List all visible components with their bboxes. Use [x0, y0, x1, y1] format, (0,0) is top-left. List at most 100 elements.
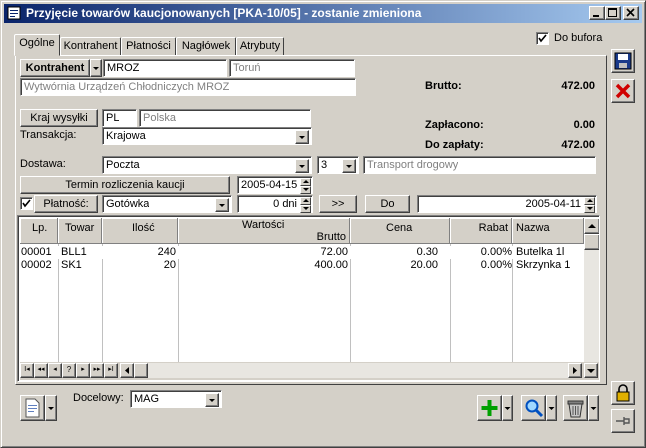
- tab-label: Nagłówek: [181, 40, 231, 52]
- kraj-name-input[interactable]: Polska: [139, 109, 311, 127]
- do-zaplaty-value: 472.00: [561, 139, 595, 151]
- document-window: Przyjęcie towarów kaucjonowanych [PKA-10…: [0, 0, 646, 448]
- tab-atrybuty[interactable]: Atrybuty: [236, 37, 284, 56]
- dostawa-select[interactable]: Poczta: [102, 156, 312, 174]
- add-dropdown-button[interactable]: [502, 395, 513, 421]
- dostawa-number-select[interactable]: 3: [317, 156, 359, 174]
- kontrahent-code-input[interactable]: MROZ: [103, 59, 227, 77]
- do-bufora-checkbox[interactable]: [536, 32, 549, 45]
- delete-dropdown-button[interactable]: [588, 395, 599, 421]
- nav-prev-page-button[interactable]: ◂◂: [34, 363, 48, 378]
- nav-next-page-button[interactable]: ▸▸: [90, 363, 104, 378]
- tab-naglowek[interactable]: Nagłówek: [176, 37, 236, 56]
- chevron-down-icon[interactable]: [342, 159, 356, 173]
- lock-button[interactable]: [611, 381, 635, 405]
- close-button[interactable]: [623, 6, 639, 20]
- print-dropdown-button[interactable]: [45, 395, 57, 421]
- tab-kontrahent[interactable]: Kontrahent: [60, 37, 121, 56]
- calc-date-button[interactable]: >>: [319, 195, 357, 213]
- col-header-rabat[interactable]: Rabat: [450, 218, 512, 244]
- chevron-down-icon[interactable]: [205, 393, 219, 407]
- nav-prev-button[interactable]: ◂: [48, 363, 62, 378]
- col-header-lp[interactable]: Lp.: [20, 218, 58, 244]
- scroll-down-button[interactable]: [584, 363, 598, 378]
- platnosc-value: Gotówka: [106, 198, 150, 210]
- hscroll-right-button[interactable]: [568, 363, 582, 378]
- maximize-button[interactable]: [605, 6, 621, 20]
- checkmark-icon: [22, 199, 31, 208]
- col-header-wartosci[interactable]: Wartości Brutto: [178, 218, 350, 244]
- add-item-button[interactable]: [477, 395, 502, 421]
- vertical-scrollbar[interactable]: [584, 218, 599, 362]
- platnosc-button[interactable]: Płatność:: [34, 195, 98, 213]
- dostawa-number-value: 3: [321, 159, 328, 171]
- kontrahent-button[interactable]: Kontrahent: [20, 59, 90, 77]
- termin-date-input[interactable]: 2005-04-15: [237, 176, 313, 194]
- chevron-down-icon[interactable]: [295, 130, 309, 144]
- chevron-down-icon[interactable]: [295, 159, 309, 173]
- checkmark-icon: [538, 34, 547, 43]
- table-row[interactable]: 00002 SK1 20 400.00 20.00 0.00% Skrzynka…: [20, 259, 584, 272]
- due-date-input[interactable]: 2005-04-11: [417, 195, 597, 213]
- due-date-value: 2005-04-11: [525, 198, 581, 210]
- platnosc-select[interactable]: Gotówka: [102, 195, 232, 213]
- cell-nazwa: Butelka 1l: [516, 246, 565, 258]
- docelowy-select[interactable]: MAG: [130, 390, 222, 408]
- platnosc-label: Płatność:: [43, 198, 89, 210]
- search-dropdown-button[interactable]: [546, 395, 557, 421]
- nav-search-button[interactable]: ?: [62, 363, 76, 378]
- days-spinner[interactable]: [300, 197, 311, 213]
- pin-button[interactable]: [611, 409, 635, 433]
- minimize-button[interactable]: [589, 6, 605, 20]
- platnosc-checkbox[interactable]: [20, 197, 33, 210]
- green-plus-icon: [481, 400, 498, 416]
- cancel-button[interactable]: [611, 79, 635, 103]
- do-button[interactable]: Do: [365, 195, 410, 213]
- chevron-down-icon: [93, 67, 99, 70]
- transport-input[interactable]: Transport drogowy: [363, 156, 596, 174]
- kraj-wysylki-button[interactable]: Kraj wysyłki: [20, 109, 98, 127]
- table-row[interactable]: 00001 BLL1 240 72.00 0.30 0.00% Butelka …: [20, 246, 584, 259]
- col-header-towar[interactable]: Towar: [58, 218, 102, 244]
- tab-platnosci[interactable]: Płatności: [121, 37, 176, 56]
- kontrahent-dropdown-button[interactable]: [90, 59, 102, 77]
- chevron-down-icon: [548, 407, 555, 410]
- save-button[interactable]: [611, 49, 635, 73]
- search-button[interactable]: [521, 395, 546, 421]
- tab-ogolne[interactable]: Ogólne: [14, 34, 60, 56]
- platnosc-days-input[interactable]: 0 dni: [237, 195, 313, 213]
- hscroll-track[interactable]: [148, 363, 568, 378]
- dostawa-label: Dostawa:: [20, 158, 66, 170]
- save-disk-icon: [614, 52, 632, 70]
- nav-last-button[interactable]: ▸I: [104, 363, 118, 378]
- hscroll-left-button[interactable]: [120, 363, 134, 378]
- platnosc-days-value: 0 dni: [273, 198, 297, 210]
- col-header-ilosc[interactable]: Ilość: [102, 218, 178, 244]
- scroll-up-button[interactable]: [584, 218, 599, 234]
- kontrahent-city-input[interactable]: Toruń: [229, 59, 355, 77]
- col-header-nazwa[interactable]: Nazwa: [512, 218, 584, 244]
- col-header-rabat-label: Rabat: [478, 222, 508, 234]
- due-date-spinner[interactable]: [584, 197, 595, 213]
- scroll-thumb[interactable]: [584, 234, 599, 250]
- kraj-code-input[interactable]: PL: [102, 109, 137, 127]
- items-grid[interactable]: Lp. Towar Ilość Wartości Brutto Cena Rab…: [17, 215, 600, 382]
- hscroll-thumb[interactable]: [134, 363, 148, 378]
- kontrahent-name-input[interactable]: Wytwórnia Urządzeń Chłodniczych MROZ: [20, 78, 356, 96]
- nav-prev-page-icon: ◂◂: [37, 366, 45, 373]
- trash-can-icon: [567, 400, 584, 418]
- nav-first-button[interactable]: I◂: [20, 363, 34, 378]
- print-button[interactable]: [20, 395, 45, 421]
- nav-next-button[interactable]: ▸: [76, 363, 90, 378]
- delete-button[interactable]: [563, 395, 588, 421]
- title-bar[interactable]: Przyjęcie towarów kaucjonowanych [PKA-10…: [4, 4, 642, 23]
- nav-search-icon: ?: [66, 365, 72, 374]
- date-spinner[interactable]: [300, 178, 311, 194]
- termin-rozliczenia-button[interactable]: Termin rozliczenia kaucji: [20, 176, 230, 194]
- tab-label: Atrybuty: [239, 40, 281, 52]
- transakcja-select[interactable]: Krajowa: [102, 127, 312, 145]
- chevron-down-icon[interactable]: [215, 198, 229, 212]
- col-header-cena[interactable]: Cena: [350, 218, 450, 244]
- arrow-left-icon: [125, 367, 129, 374]
- termin-rozliczenia-label: Termin rozliczenia kaucji: [65, 179, 185, 191]
